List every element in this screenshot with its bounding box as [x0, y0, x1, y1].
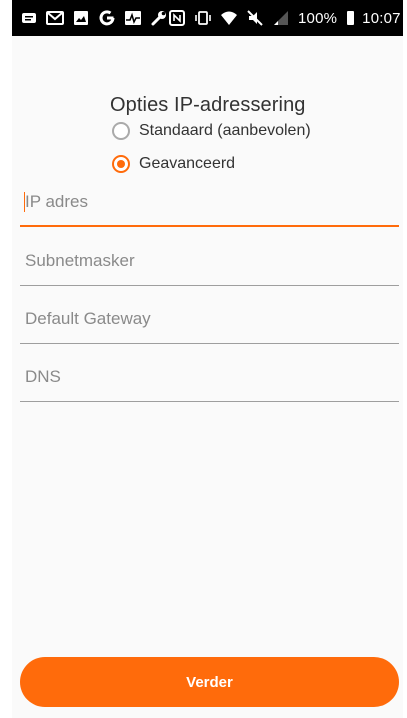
- signal-icon: [272, 9, 290, 27]
- battery-icon: [347, 11, 355, 25]
- radio-circle-standard[interactable]: [112, 122, 130, 140]
- wifi-icon: [220, 9, 238, 27]
- nfc-icon: [168, 9, 186, 27]
- vibrate-icon: [194, 9, 212, 27]
- pulse-app-icon: [124, 9, 142, 27]
- radio-label-standard: Standaard (aanbevolen): [139, 122, 311, 139]
- status-right: 100% 10:07: [168, 9, 401, 27]
- screen-edge-right: [403, 0, 407, 718]
- subnet-mask-field[interactable]: Subnetmasker: [20, 238, 399, 286]
- screen-edge-left: [0, 0, 12, 718]
- default-gateway-underline: [20, 343, 399, 344]
- chat-icon: [20, 9, 38, 27]
- continue-button[interactable]: Verder: [20, 657, 399, 707]
- google-icon: [98, 9, 116, 27]
- status-left: [20, 9, 168, 27]
- dns-field[interactable]: DNS: [20, 354, 399, 402]
- radio-standard[interactable]: Standaard (aanbevolen): [112, 122, 311, 140]
- mute-icon: [246, 9, 264, 27]
- subnet-mask-underline: [20, 285, 399, 286]
- gmail-icon: [46, 9, 64, 27]
- ip-address-placeholder: IP adres: [25, 192, 89, 211]
- dns-placeholder: DNS: [25, 367, 61, 386]
- dns-underline: [20, 401, 399, 402]
- subnet-mask-placeholder: Subnetmasker: [25, 251, 135, 270]
- radio-circle-advanced[interactable]: [112, 155, 130, 173]
- content: Opties IP-adressering Standaard (aanbevo…: [12, 36, 403, 718]
- ip-address-underline: [20, 225, 399, 227]
- wrench-icon: [150, 9, 168, 27]
- clock: 10:07: [362, 9, 401, 27]
- battery-percent: 100%: [298, 9, 338, 27]
- phone-screen: 100% 10:07 Opties IP-adressering Standaa…: [0, 0, 407, 718]
- gallery-icon: [72, 9, 90, 27]
- page-title: Opties IP-adressering: [110, 94, 306, 116]
- default-gateway-placeholder: Default Gateway: [25, 309, 151, 328]
- status-bar: 100% 10:07: [12, 0, 403, 36]
- radio-label-advanced: Geavanceerd: [139, 155, 236, 172]
- default-gateway-field[interactable]: Default Gateway: [20, 296, 399, 344]
- radio-advanced[interactable]: Geavanceerd: [112, 155, 235, 173]
- ip-address-field[interactable]: IP adres: [20, 179, 399, 227]
